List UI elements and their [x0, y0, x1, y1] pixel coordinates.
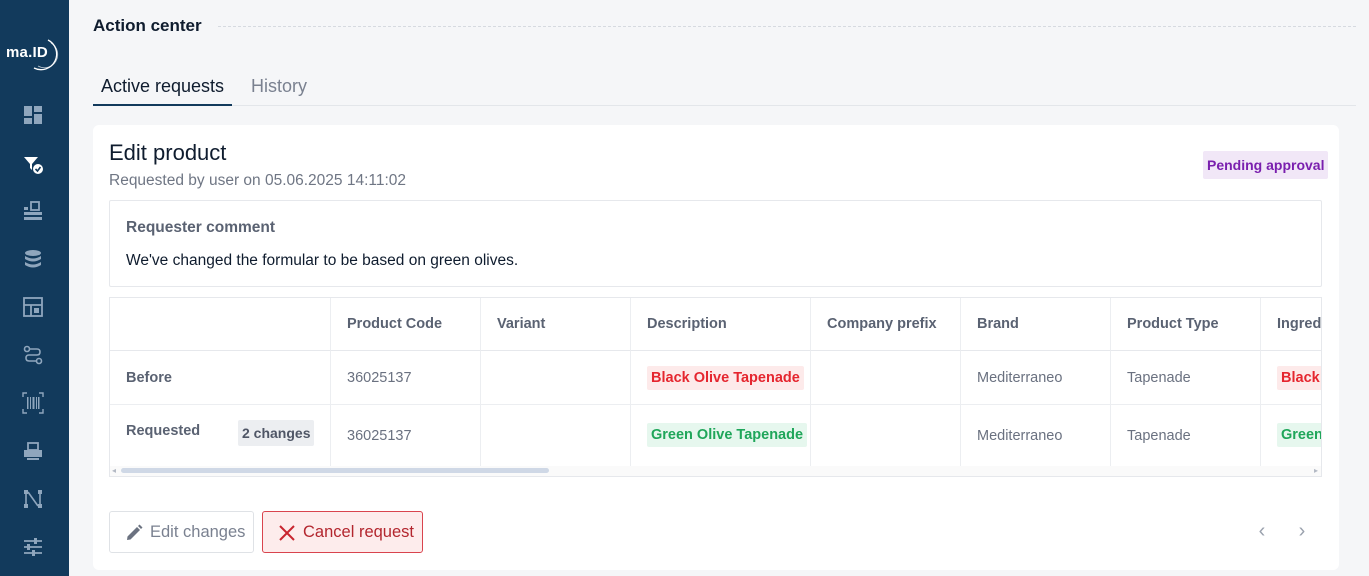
description-cell: Green Olive Tapenade — [631, 405, 811, 466]
row-label-cell: Requested 2 changes — [110, 405, 331, 466]
title-divider — [218, 26, 1356, 27]
header-cell: Ingredi — [1261, 298, 1321, 351]
tab-bar: Active requests History — [93, 70, 1356, 106]
product-type-cell: Tapenade — [1111, 405, 1261, 466]
request-title: Edit product — [109, 140, 227, 165]
action-center-icon[interactable] — [22, 153, 44, 175]
edit-changes-button[interactable]: Edit changes — [109, 511, 254, 553]
app-logo[interactable]: ma.ID — [4, 36, 62, 72]
company-prefix-cell — [811, 351, 961, 405]
horizontal-scrollbar[interactable]: ◂ ▸ — [110, 466, 1321, 476]
products-icon[interactable] — [22, 200, 44, 222]
request-card: Edit product Requested by user on 05.06.… — [93, 125, 1339, 570]
printer-icon[interactable] — [22, 440, 44, 462]
ingredients-cell: Green — [1261, 405, 1321, 466]
header-cell: Product Code — [331, 298, 481, 351]
added-value-chip: Green — [1277, 423, 1321, 447]
status-badge: Pending approval — [1203, 151, 1329, 179]
product-code-cell: 36025137 — [331, 351, 481, 405]
header-cell: Brand — [961, 298, 1111, 351]
mapping-icon[interactable] — [22, 488, 44, 510]
comment-label: Requester comment — [126, 219, 276, 236]
chevron-right-icon[interactable]: › — [1290, 519, 1314, 543]
removed-value-chip: Black Olive Tapenade — [647, 366, 804, 390]
chevron-left-icon[interactable]: ‹ — [1250, 519, 1274, 543]
header-cell: Variant — [481, 298, 631, 351]
header-cell: Product Type — [1111, 298, 1261, 351]
settings-sliders-icon[interactable] — [22, 536, 44, 558]
header-cell-empty — [110, 298, 331, 351]
ingredients-cell: Black O — [1261, 351, 1321, 405]
close-icon — [279, 525, 295, 541]
variant-cell — [481, 405, 631, 466]
tab-history[interactable]: History — [243, 76, 315, 106]
logo-arc-icon — [33, 39, 59, 71]
cancel-request-button[interactable]: Cancel request — [262, 511, 423, 553]
request-subtitle: Requested by user on 05.06.2025 14:11:02 — [109, 172, 407, 189]
database-icon[interactable] — [22, 248, 44, 270]
changes-count-chip: 2 changes — [238, 420, 315, 446]
page-title: Action center — [93, 16, 202, 35]
scroll-left-icon[interactable]: ◂ — [112, 466, 116, 476]
company-prefix-cell — [811, 405, 961, 466]
changes-table[interactable]: Product Code Variant Description Company… — [109, 297, 1322, 477]
brand-cell: Mediterraneo — [961, 405, 1111, 466]
header-cell: Company prefix — [811, 298, 961, 351]
variant-cell — [481, 351, 631, 405]
dashboard-icon[interactable] — [22, 104, 44, 126]
brand-cell: Mediterraneo — [961, 351, 1111, 405]
added-value-chip: Green Olive Tapenade — [647, 423, 808, 447]
product-code-cell: 36025137 — [331, 405, 481, 466]
removed-value-chip: Black O — [1277, 366, 1321, 390]
comment-text: We've changed the formular to be based o… — [126, 252, 519, 269]
layout-icon[interactable] — [22, 296, 44, 318]
requester-comment-box: Requester comment We've changed the form… — [109, 200, 1322, 287]
header-cell: Description — [631, 298, 811, 351]
row-label-cell: Before — [110, 351, 331, 405]
tab-active-requests[interactable]: Active requests — [93, 76, 233, 106]
product-type-cell: Tapenade — [1111, 351, 1261, 405]
scrollbar-thumb[interactable] — [121, 468, 549, 473]
scroll-right-icon[interactable]: ▸ — [1314, 466, 1318, 476]
description-cell: Black Olive Tapenade — [631, 351, 811, 405]
workflow-icon[interactable] — [22, 344, 44, 366]
pencil-icon — [127, 524, 143, 540]
barcode-icon[interactable] — [22, 392, 44, 414]
sidebar: ma.ID — [0, 0, 69, 576]
